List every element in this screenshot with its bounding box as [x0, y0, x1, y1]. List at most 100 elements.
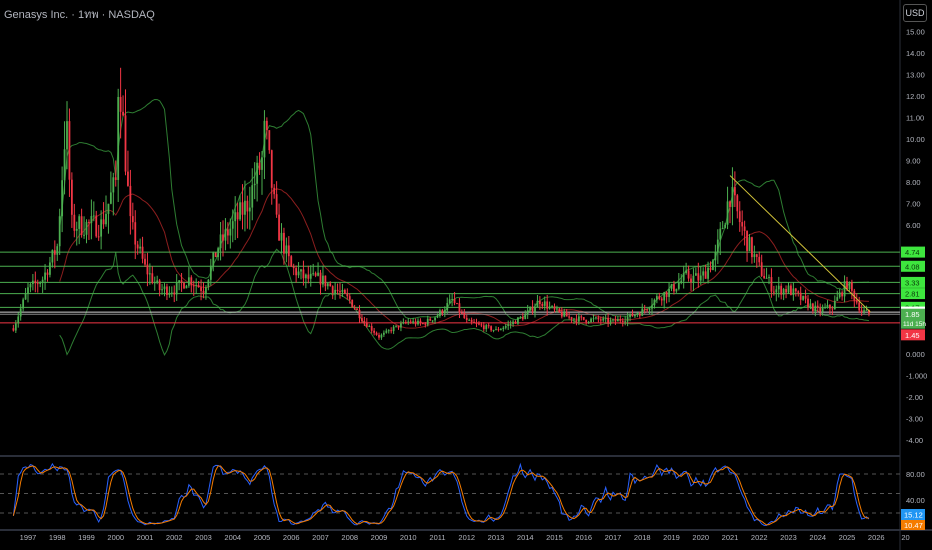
x-tick-label: 2026: [868, 533, 885, 542]
candle-body: [677, 282, 680, 289]
candle-body: [541, 303, 544, 306]
candle-body: [670, 284, 673, 289]
candle-body: [373, 330, 376, 333]
candle-body: [534, 307, 536, 312]
candle-body: [180, 280, 183, 283]
candle-body: [414, 321, 417, 325]
candle-body: [748, 237, 751, 251]
candle-body: [726, 201, 729, 225]
candle-body: [107, 203, 110, 214]
candle-body: [317, 272, 319, 276]
level-price-label: 4.08: [905, 262, 920, 271]
candle-body: [519, 317, 522, 319]
candle-body: [536, 300, 539, 308]
candle-body: [241, 202, 244, 215]
candle-body: [75, 228, 78, 231]
candle-body: [168, 292, 171, 296]
candle-body: [514, 321, 517, 324]
candle-body: [63, 149, 66, 181]
candle-body: [653, 299, 656, 306]
candle-body: [716, 239, 719, 253]
candle-body: [348, 296, 351, 300]
candle-body: [409, 321, 412, 323]
candle-body: [19, 308, 22, 317]
candle-body: [682, 273, 685, 281]
candle-body: [412, 321, 415, 323]
oscillator-tick-label: 80.00: [906, 470, 925, 479]
candle-body: [144, 258, 146, 265]
candle-body: [390, 330, 393, 332]
candle-body: [439, 310, 441, 316]
candle-body: [275, 194, 278, 215]
stoch-k-value: 15.12: [904, 511, 923, 520]
candle-body: [304, 274, 307, 279]
x-tick-label: 2023: [780, 533, 797, 542]
candle-body: [90, 216, 93, 223]
x-tick-label: 2018: [634, 533, 651, 542]
candle-body: [758, 256, 761, 263]
candle-body: [246, 200, 249, 212]
candle-body: [70, 179, 73, 215]
candle-body: [687, 270, 690, 279]
candle-body: [268, 130, 271, 151]
candle-body: [556, 308, 558, 310]
candle-body: [673, 284, 675, 292]
candle-body: [109, 192, 112, 204]
candle-body: [361, 318, 363, 322]
candle-body: [746, 230, 748, 251]
candle-body: [34, 280, 37, 284]
candle-body: [470, 319, 473, 322]
candle-body: [841, 292, 844, 297]
candle-body: [804, 295, 807, 299]
candle-body: [575, 318, 578, 322]
candle-body: [475, 322, 478, 324]
candle-body: [775, 289, 778, 293]
candle-body: [421, 322, 424, 324]
candle-body: [482, 325, 485, 330]
candle-body: [378, 334, 380, 338]
x-tick-label: 2007: [312, 533, 329, 542]
candle-body: [27, 287, 29, 294]
candle-body: [826, 304, 829, 308]
candle-body: [560, 311, 563, 317]
candle-body: [375, 332, 378, 335]
candle-body: [300, 269, 302, 272]
candle-body: [326, 283, 329, 287]
candle-body: [258, 162, 261, 170]
x-tick-label: 2010: [400, 533, 417, 542]
candle-body: [131, 216, 134, 223]
x-tick-label: 2025: [839, 533, 856, 542]
candle-body: [219, 234, 222, 249]
candle-body: [49, 262, 51, 275]
candle-body: [819, 307, 822, 312]
candle-body: [346, 293, 349, 297]
candle-body: [207, 279, 210, 288]
candle-body: [824, 307, 826, 309]
candle-body: [626, 317, 629, 322]
candle-body: [529, 306, 532, 311]
x-tick-label: 2009: [371, 533, 388, 542]
candle-body: [848, 282, 851, 289]
x-tick-label: 2021: [722, 533, 739, 542]
candle-body: [283, 232, 285, 254]
candle-body: [312, 273, 315, 275]
candle-body: [307, 274, 310, 279]
candle-body: [92, 215, 95, 217]
x-tick-label: 2020: [692, 533, 709, 542]
y-tick-label: 6.00: [906, 221, 921, 230]
candle-body: [419, 320, 422, 323]
candle-body: [860, 310, 863, 312]
x-tick-label: 2000: [107, 533, 124, 542]
candle-body: [14, 323, 17, 331]
y-tick-label: -3.00: [906, 415, 923, 424]
candle-body: [631, 313, 634, 317]
price-chart[interactable]: 4.744.083.332.812.171.951.8511d 15h1.45 …: [0, 0, 932, 550]
candle-body: [624, 321, 627, 323]
candle-body: [612, 319, 614, 321]
candle-body: [44, 272, 46, 280]
candle-body: [743, 226, 746, 231]
candle-body: [816, 305, 819, 308]
candle-body: [297, 271, 300, 276]
candle-body: [302, 269, 305, 279]
candle-body: [821, 307, 824, 312]
